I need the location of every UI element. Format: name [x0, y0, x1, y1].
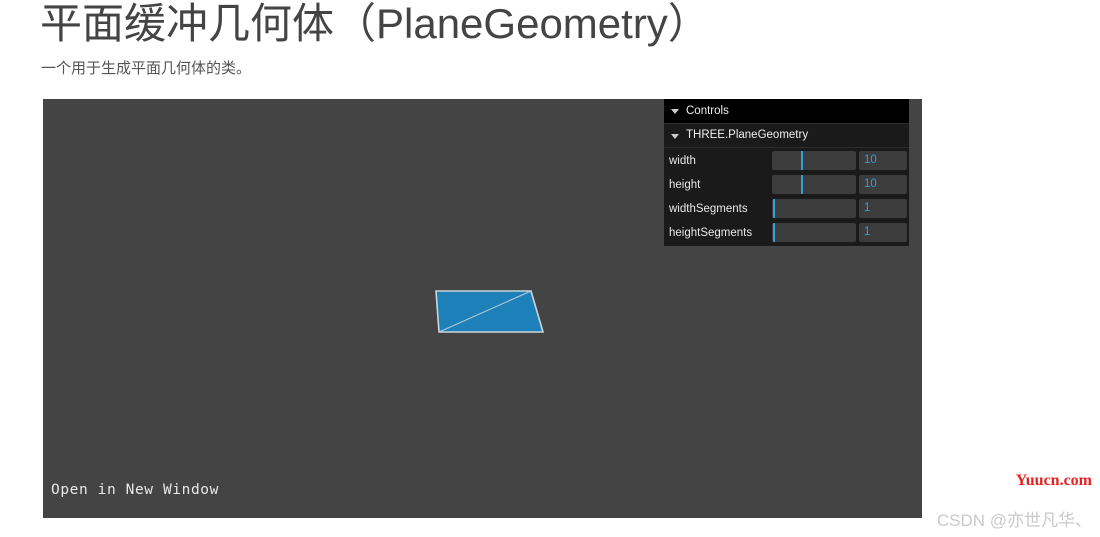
gui-label-width-segments: widthSegments — [669, 202, 748, 215]
gui-row-height[interactable]: height 10 — [664, 173, 909, 197]
gui-row-width-segments[interactable]: widthSegments 1 — [664, 197, 909, 221]
gui-value-width[interactable]: 10 — [859, 151, 907, 170]
gui-label-height: height — [669, 178, 701, 191]
gui-row-height-segments[interactable]: heightSegments 1 — [664, 221, 909, 245]
gui-slider-height[interactable] — [772, 175, 856, 194]
open-in-new-window-link[interactable]: Open in New Window — [51, 481, 219, 499]
gui-label-width: width — [669, 154, 696, 167]
gui-value-height[interactable]: 10 — [859, 175, 907, 194]
page-subtitle: 一个用于生成平面几何体的类。 — [41, 60, 252, 77]
gui-row-width[interactable]: width 10 — [664, 149, 909, 173]
three-js-viewport[interactable]: Open in New Window Controls THREE.PlaneG… — [43, 99, 922, 518]
chevron-down-icon — [671, 109, 679, 114]
gui-controls-header[interactable]: Controls — [664, 99, 909, 124]
gui-controls-header-label: Controls — [686, 105, 729, 117]
gui-slider-handle-width-segments[interactable] — [772, 199, 775, 218]
gui-slider-handle-width[interactable] — [801, 151, 804, 170]
gui-slider-handle-height-segments[interactable] — [772, 223, 775, 242]
gui-folder-header-plane-geometry[interactable]: THREE.PlaneGeometry — [664, 124, 909, 148]
gui-value-width-segments[interactable]: 1 — [859, 199, 907, 218]
gui-slider-width-segments[interactable] — [772, 199, 856, 218]
dat-gui-panel[interactable]: Controls THREE.PlaneGeometry width 10 he… — [664, 99, 909, 246]
gui-slider-height-segments[interactable] — [772, 223, 856, 242]
chevron-down-icon — [671, 133, 679, 139]
gui-slider-width[interactable] — [772, 151, 856, 170]
gui-folder-header-label: THREE.PlaneGeometry — [686, 129, 809, 141]
gui-value-height-segments[interactable]: 1 — [859, 223, 907, 242]
watermark-yuucn: Yuucn.com — [1015, 472, 1092, 489]
gui-slider-handle-height[interactable] — [801, 175, 804, 194]
watermark-csdn: CSDN @亦世凡华、 — [936, 511, 1092, 530]
gui-control-rows: width 10 height 10 widthSegments 1 heigh… — [664, 148, 909, 246]
gui-label-height-segments: heightSegments — [669, 226, 753, 239]
page-title: 平面缓冲几何体（PlaneGeometry） — [40, 0, 710, 47]
